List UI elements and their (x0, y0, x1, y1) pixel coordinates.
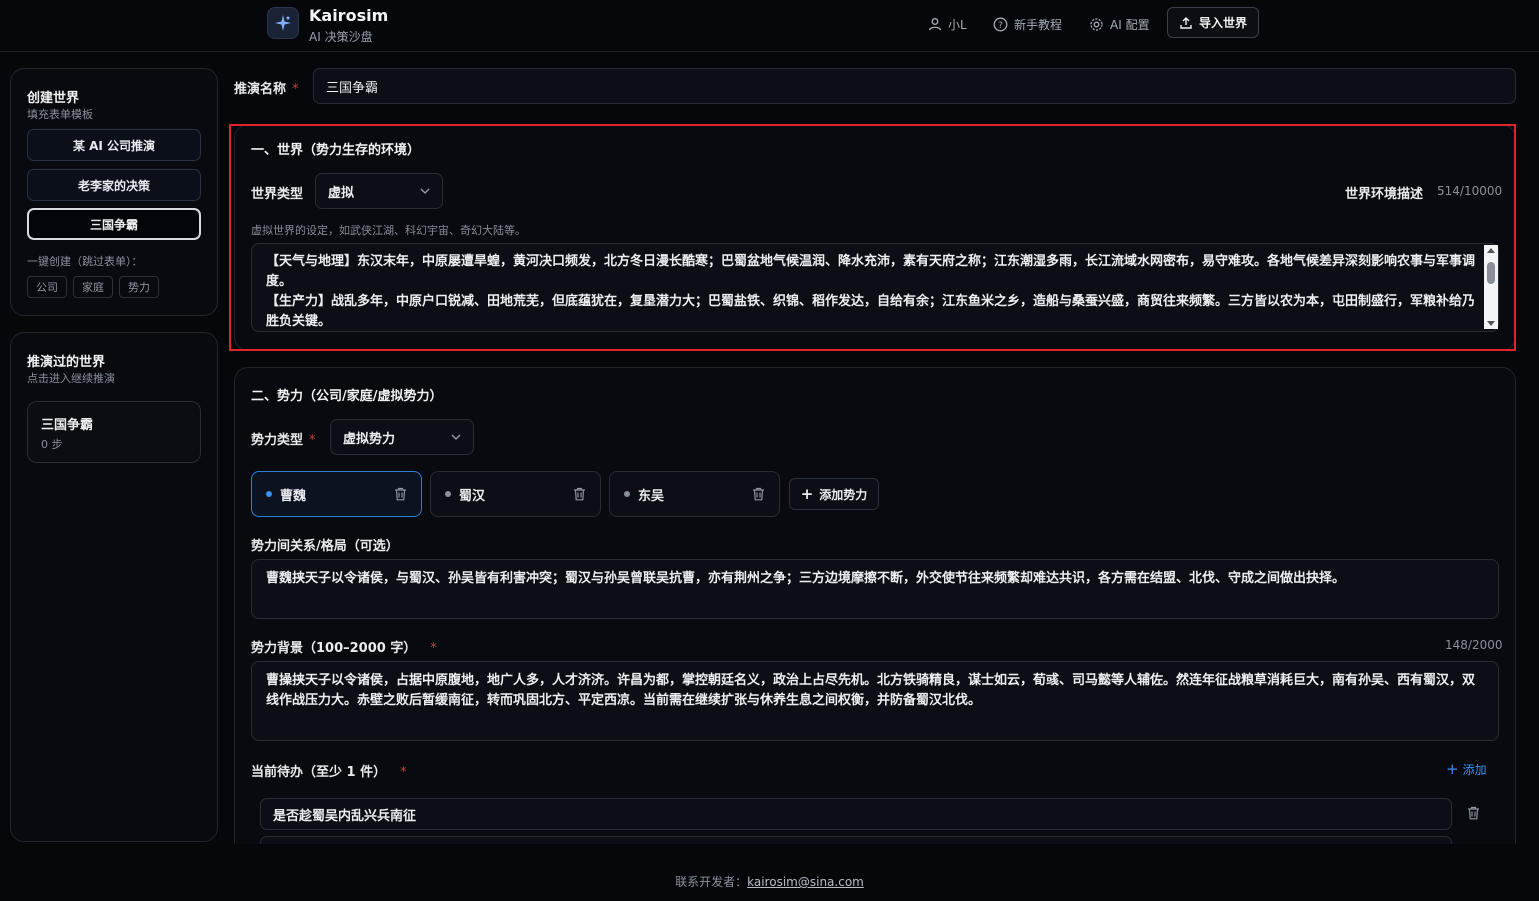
faction-type-select[interactable]: 虚拟势力 (330, 419, 474, 455)
todo-input-1[interactable]: 是否趁蜀吴内乱兴兵南征 (260, 798, 1452, 830)
world-type-select[interactable]: 虚拟 (315, 173, 443, 209)
svg-text:?: ? (998, 21, 1003, 31)
nav-tutorial-label: 新手教程 (1014, 17, 1063, 32)
world-description-scrollbar[interactable] (1484, 245, 1498, 329)
trash-icon[interactable] (573, 487, 586, 501)
faction-type-value: 虚拟势力 (343, 431, 396, 447)
quick-create-label: 一键创建（跳过表单）： (27, 255, 143, 268)
brand-subtitle: AI 决策沙盘 (309, 30, 373, 44)
create-world-title: 创建世界 (27, 91, 80, 106)
brand-title: Kairosim (309, 6, 389, 25)
faction-section-title: 二、势力（公司/家庭/虚拟势力） (251, 389, 443, 404)
world-type-label: 世界类型 (251, 187, 304, 202)
nav-ai-config-label: AI 配置 (1110, 17, 1150, 32)
faction-dot (266, 491, 272, 497)
world-desc-count: 514/10000 (1437, 184, 1503, 198)
faction-tab-shu[interactable]: 蜀汉 (430, 471, 601, 517)
template-ai-company[interactable]: 某 AI 公司推演 (27, 129, 201, 161)
faction-dot (445, 491, 451, 497)
scroll-up-icon[interactable] (1487, 248, 1495, 253)
faction-tab-wu[interactable]: 东吴 (609, 471, 780, 517)
name-label: 推演名称 * (234, 82, 299, 97)
history-world-steps: 0 步 (41, 438, 63, 451)
template-family[interactable]: 老李家的决策 (27, 169, 201, 201)
import-world-label: 导入世界 (1198, 16, 1247, 30)
nav-ai-config[interactable]: AI 配置 (1089, 14, 1150, 34)
world-desc-label: 世界环境描述 (1345, 187, 1424, 202)
plus-icon: + (800, 485, 814, 503)
import-world-button[interactable]: 导入世界 (1167, 7, 1259, 38)
developer-email-link[interactable]: kairosim@sina.com (747, 875, 864, 889)
footer-prefix: 联系开发者： (675, 875, 748, 889)
add-faction-label: 添加势力 (819, 487, 868, 502)
user-icon (928, 18, 942, 31)
top-bar: Kairosim AI 决策沙盘 小L ? 新手教程 AI 配置 导入世界 (0, 0, 1539, 52)
upload-icon (1180, 16, 1192, 29)
template-three-kingdoms[interactable]: 三国争霸 (27, 208, 201, 240)
history-title: 推演过的世界 (27, 355, 106, 370)
trash-icon[interactable] (1467, 806, 1480, 824)
background-count: 148/2000 (1445, 638, 1503, 652)
history-world-name: 三国争霸 (41, 418, 94, 433)
scroll-thumb[interactable] (1487, 262, 1495, 284)
quick-chip-family[interactable]: 家庭 (73, 276, 113, 298)
faction-dot (624, 491, 630, 497)
help-icon: ? (993, 17, 1008, 31)
logo-icon[interactable] (267, 7, 299, 39)
world-type-hint: 虚拟世界的设定，如武侠江湖、科幻宇宙、奇幻大陆等。 (251, 224, 526, 237)
name-input[interactable]: 三国争霸 (313, 68, 1516, 104)
nav-user[interactable]: 小L (928, 14, 967, 34)
faction-type-label: 势力类型 * (251, 433, 316, 448)
world-section-title: 一、世界（势力生存的环境） (251, 143, 421, 158)
nav-tutorial[interactable]: ? 新手教程 (993, 14, 1062, 34)
add-faction-button[interactable]: + 添加势力 (789, 478, 879, 510)
chevron-down-icon (420, 188, 430, 194)
scroll-down-icon[interactable] (1487, 321, 1495, 326)
gear-icon (1090, 17, 1103, 31)
world-description-textarea[interactable]: 【天气与地理】东汉末年，中原屡遭旱蝗，黄河决口频发，北方冬日漫长酷寒；巴蜀盆地气… (251, 243, 1499, 332)
chevron-down-icon (451, 434, 461, 440)
world-type-value: 虚拟 (328, 185, 355, 201)
add-todo-label: 添加 (1462, 762, 1487, 777)
plus-icon: + (1446, 760, 1459, 778)
footer: 联系开发者：kairosim@sina.com (0, 873, 1539, 890)
trash-icon[interactable] (752, 487, 765, 501)
relations-label: 势力间关系/格局（可选） (251, 539, 399, 554)
quick-chip-faction[interactable]: 势力 (119, 276, 159, 298)
relations-textarea[interactable]: 曹魏挟天子以令诸侯，与蜀汉、孙吴皆有利害冲突；蜀汉与孙吴曾联吴抗曹，亦有荆州之争… (251, 559, 1499, 619)
faction-name: 曹魏 (280, 488, 307, 504)
create-world-subtitle: 填充表单模板 (27, 108, 93, 121)
todo-label: 当前待办（至少 1 件） * (251, 765, 407, 780)
nav-user-label: 小L (948, 17, 967, 32)
quick-chip-company[interactable]: 公司 (27, 276, 67, 298)
history-world-card[interactable]: 三国争霸 0 步 (27, 401, 201, 463)
faction-name: 东吴 (638, 488, 665, 504)
faction-tab-wei[interactable]: 曹魏 (251, 471, 422, 517)
background-label: 势力背景（100–2000 字） * (251, 641, 437, 656)
history-subtitle: 点击进入继续推演 (27, 372, 115, 385)
todo-input-2[interactable] (260, 836, 1452, 844)
background-textarea[interactable]: 曹操挟天子以令诸侯，占据中原腹地，地广人多，人才济济。许昌为都，掌控朝廷名义，政… (251, 661, 1499, 741)
add-todo-button[interactable]: + 添加 (1446, 760, 1487, 778)
trash-icon[interactable] (394, 487, 407, 501)
faction-name: 蜀汉 (459, 488, 486, 504)
